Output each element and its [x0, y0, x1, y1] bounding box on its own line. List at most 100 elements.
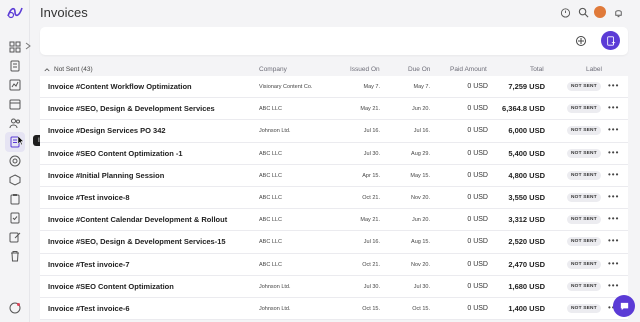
invoice-company: Johnson Ltd. [259, 283, 291, 290]
invoice-name[interactable]: Invoice #Content Calendar Development & … [48, 215, 227, 224]
status-badge: NOT SENT [567, 126, 601, 136]
grid-icon[interactable] [7, 39, 23, 55]
more-options-icon[interactable]: ••• [608, 214, 619, 223]
invoice-due-on: Aug 15. [411, 239, 430, 246]
invoice-name[interactable]: Invoice #SEO Content Optimization [48, 282, 174, 291]
help-icon[interactable] [7, 300, 23, 316]
invoice-issued-on: Jul 16. [363, 239, 380, 246]
invoice-name[interactable]: Invoice #Initial Planning Session [48, 171, 164, 180]
chart-icon[interactable] [7, 77, 23, 93]
table-row[interactable]: Invoice #Design Services PO 342 Johnson L… [40, 120, 628, 143]
chevron-up-icon [44, 68, 50, 72]
column-paid-amount[interactable]: Paid Amount [450, 66, 487, 73]
column-company[interactable]: Company [259, 66, 287, 73]
avatar[interactable] [594, 6, 606, 18]
invoice-paid-amount: 0 USD [467, 193, 488, 201]
chat-button[interactable] [613, 295, 635, 317]
table-row[interactable]: Invoice #Content Calendar Development & … [40, 209, 628, 232]
table-row[interactable]: Invoice #SEO, Design & Development Servi… [40, 231, 628, 254]
status-badge: NOT SENT [567, 237, 601, 247]
clipboard-icon[interactable] [7, 191, 23, 207]
invoice-issued-on: Jul 30. [363, 283, 380, 290]
invoice-due-on: May 15. [410, 172, 430, 179]
filter-bar[interactable] [40, 27, 628, 55]
table-row[interactable]: Invoice #SEO Content Optimization Johnson… [40, 275, 628, 298]
invoice-paid-amount: 0 USD [467, 149, 488, 157]
more-options-icon[interactable]: ••• [608, 192, 619, 201]
invoice-name[interactable]: Invoice #SEO, Design & Development Servi… [48, 104, 215, 113]
chat-icon [620, 302, 628, 310]
invoice-paid-amount: 0 USD [467, 304, 488, 312]
trash-icon[interactable] [7, 248, 23, 264]
invoice-company: ABC LLC [259, 217, 282, 224]
invoice-total: 1,400 USD [508, 303, 545, 313]
add-invoice-button[interactable] [601, 31, 620, 50]
target-icon[interactable] [7, 153, 23, 169]
invoice-name[interactable]: Invoice #Test invoice-8 [48, 193, 130, 202]
add-invoice-icon [606, 35, 615, 46]
bell-icon[interactable] [612, 6, 624, 18]
timer-icon[interactable] [559, 6, 571, 18]
invoice-name[interactable]: Invoice #SEO Content Optimization -1 [48, 149, 183, 158]
status-badge: NOT SENT [567, 259, 601, 269]
table-row[interactable]: Invoice #SEO, Design & Development Servi… [40, 98, 628, 121]
calendar-icon[interactable] [7, 96, 23, 112]
invoice-company: ABC LLC [259, 150, 282, 157]
invoice-issued-on: Jul 30. [363, 150, 380, 157]
box-icon[interactable] [7, 172, 23, 188]
filter-icon[interactable] [575, 35, 587, 47]
invoice-company: ABC LLC [259, 106, 282, 113]
invoice-issued-on: Jul 16. [363, 128, 380, 135]
column-due-on[interactable]: Due On [408, 66, 430, 73]
mouse-cursor-icon [18, 136, 24, 145]
more-options-icon[interactable]: ••• [608, 103, 619, 112]
invoice-issued-on: May 21. [360, 217, 380, 224]
more-options-icon[interactable]: ••• [608, 125, 619, 134]
invoice-name[interactable]: Invoice #Test invoice-6 [48, 304, 130, 313]
invoice-total: 3,550 USD [508, 192, 545, 202]
more-options-icon[interactable]: ••• [608, 236, 619, 245]
invoice-company: ABC LLC [259, 172, 282, 179]
invoice-company: Johnson Ltd. [259, 128, 291, 135]
column-issued-on[interactable]: Issued On [350, 66, 380, 73]
invoice-total: 5,400 USD [508, 148, 545, 158]
invoice-paid-amount: 0 USD [467, 216, 488, 224]
status-badge: NOT SENT [567, 303, 601, 313]
checklist-icon[interactable] [7, 210, 23, 226]
table-row[interactable]: Invoice #Initial Planning Session ABC LLC… [40, 164, 628, 187]
table-row[interactable]: Invoice #SEO Content Optimization -1 ABC … [40, 142, 628, 165]
table-row[interactable]: Invoice #Test invoice-8 ABC LLC Oct 21. Nov… [40, 186, 628, 210]
more-options-icon[interactable]: ••• [608, 148, 619, 157]
invoice-name[interactable]: Invoice #Design Services PO 342 [48, 126, 166, 135]
more-options-icon[interactable]: ••• [608, 281, 619, 290]
table-row[interactable]: Invoice #Test invoice-7 ABC LLC Oct 21. Nov… [40, 253, 628, 276]
group-toggle[interactable]: Not Sent (43) [44, 66, 93, 73]
invoice-name[interactable]: Invoice #Content Workflow Optimization [48, 82, 192, 91]
edit-icon[interactable] [7, 229, 23, 245]
status-badge: NOT SENT [567, 104, 601, 114]
invoice-issued-on: Oct 15. [362, 305, 380, 312]
invoice-issued-on: May 7. [363, 84, 380, 90]
more-options-icon[interactable]: ••• [608, 170, 619, 179]
table-row[interactable]: Invoice #Test invoice-6 Johnson Ltd. Oct 1… [40, 297, 628, 321]
column-total[interactable]: Total [530, 66, 544, 73]
invoice-paid-amount: 0 USD [467, 171, 488, 179]
invoice-name[interactable]: Invoice #SEO, Design & Development Servi… [48, 237, 226, 246]
page-title: Invoices [40, 5, 88, 20]
invoice-due-on: Aug 29. [411, 150, 430, 157]
invoice-due-on: Jul 30. [413, 283, 430, 290]
invoice-name[interactable]: Invoice #Test invoice-7 [48, 260, 130, 269]
invoice-due-on: Oct 15. [412, 305, 430, 312]
more-options-icon[interactable]: ••• [608, 259, 619, 268]
logo-icon[interactable] [6, 4, 24, 20]
search-icon[interactable] [577, 6, 589, 18]
document-icon[interactable] [7, 58, 23, 74]
table-row[interactable]: Invoice #Content Workflow Optimization Vi… [40, 76, 628, 99]
more-options-icon[interactable]: ••• [608, 81, 619, 90]
invoice-due-on: Jun 20. [411, 217, 430, 224]
users-icon[interactable] [7, 115, 23, 131]
column-label[interactable]: Label [586, 66, 602, 73]
status-badge: NOT SENT [567, 148, 601, 158]
expand-sidebar-icon[interactable] [24, 41, 32, 51]
status-badge: NOT SENT [567, 82, 601, 91]
